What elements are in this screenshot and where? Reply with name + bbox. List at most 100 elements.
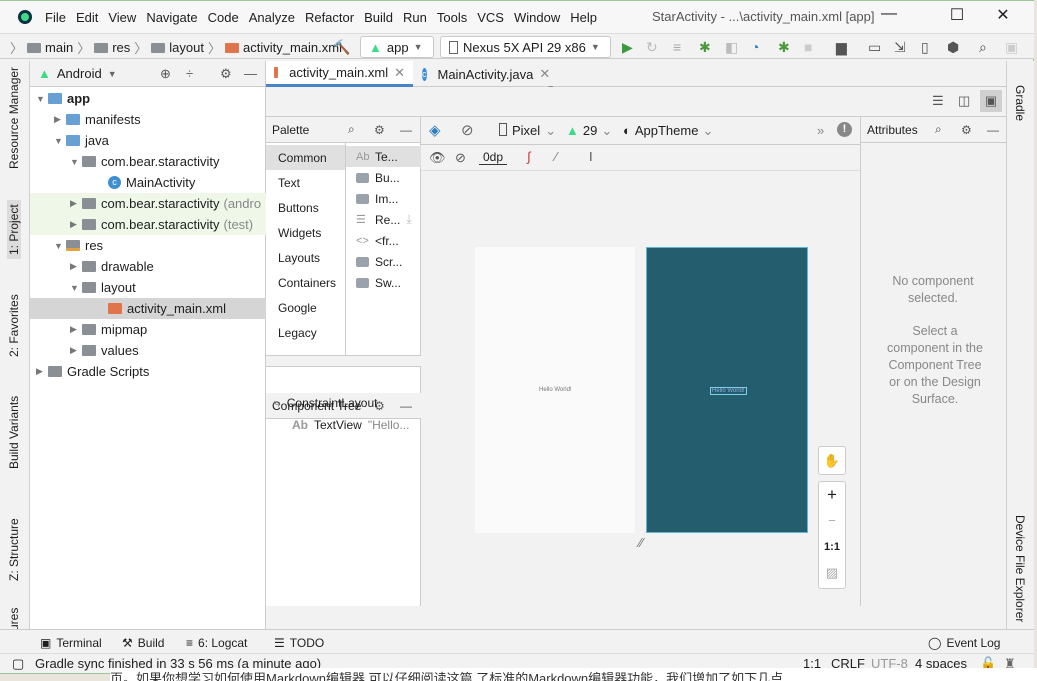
search-icon[interactable]: ⌕ xyxy=(935,122,942,137)
menu-tools[interactable]: Tools xyxy=(432,10,472,25)
gear-icon[interactable]: ⚙ xyxy=(220,66,232,82)
attach-process-icon[interactable]: ✱ xyxy=(778,39,790,56)
menu-code[interactable]: Code xyxy=(203,10,244,25)
attach-debugger-icon[interactable]: ◧ xyxy=(725,39,738,56)
device-manager-icon[interactable]: ▯ xyxy=(921,39,929,56)
menu-help[interactable]: Help xyxy=(565,10,602,25)
expanded-arrow-icon[interactable]: ▼ xyxy=(70,157,82,167)
menu-window[interactable]: Window xyxy=(509,10,565,25)
project-structure-icon[interactable]: ▆ xyxy=(836,39,847,56)
palette-category-buttons[interactable]: Buttons xyxy=(266,195,345,220)
expanded-arrow-icon[interactable]: ▼ xyxy=(54,136,66,146)
guidelines-icon[interactable]: I xyxy=(589,149,593,164)
palette-component[interactable]: ☰ Re... ⤓ xyxy=(346,209,421,230)
collapsed-arrow-icon[interactable]: ▶ xyxy=(70,345,82,356)
menu-run[interactable]: Run xyxy=(398,10,432,25)
tree-node[interactable]: ▼ java xyxy=(30,130,266,151)
more-icon[interactable]: » xyxy=(817,123,824,138)
close-icon[interactable]: ✕ xyxy=(394,65,405,81)
sdk-manager-icon[interactable]: ⬢ xyxy=(947,39,959,56)
tab-activity-main-xml[interactable]: activity_main.xml ✕ xyxy=(266,61,413,87)
tree-node[interactable]: ▼ com.bear.staractivity xyxy=(30,151,266,172)
expanded-arrow-icon[interactable]: ▼ xyxy=(70,283,82,293)
collapsed-arrow-icon[interactable]: ▶ xyxy=(36,366,48,377)
palette-component[interactable]: Ab Te... xyxy=(346,146,421,167)
tree-node[interactable]: ▶ values xyxy=(30,340,266,361)
tree-node[interactable]: c MainActivity xyxy=(30,172,266,193)
split-view-icon[interactable]: ◫ xyxy=(958,93,970,109)
event-log-button[interactable]: ◯ Event Log xyxy=(928,636,1000,650)
collapsed-arrow-icon[interactable]: ▶ xyxy=(70,198,82,209)
design-surface[interactable]: 👁 ⊘ 0dp ∫ ⁄ I Hello World! Hello World! … xyxy=(421,145,860,606)
apply-changes-icon[interactable]: ↻ xyxy=(646,39,658,56)
hide-icon[interactable]: — xyxy=(400,399,412,413)
search-icon[interactable]: ⌕ xyxy=(979,39,987,56)
close-icon[interactable]: ✕ xyxy=(539,66,550,82)
close-button[interactable]: ✕ xyxy=(980,5,1026,29)
gear-icon[interactable]: ⚙ xyxy=(961,123,972,137)
tree-node[interactable]: ▶ drawable xyxy=(30,256,266,277)
tree-node-constraintlayout[interactable]: ⤷ ConstraintLayout xyxy=(274,396,377,411)
locate-icon[interactable]: ⊕ xyxy=(160,66,171,82)
blueprint-preview[interactable]: Hello World! xyxy=(646,247,808,533)
menu-view[interactable]: View xyxy=(103,10,141,25)
design-view-icon[interactable]: ▣ xyxy=(980,90,1002,112)
hide-icon[interactable]: — xyxy=(987,123,999,137)
tree-node[interactable]: ▼ app xyxy=(30,88,266,109)
tree-node[interactable]: ▶ Gradle Scripts xyxy=(30,361,266,382)
infer-constraints-icon[interactable]: ⁄ xyxy=(555,149,557,164)
layers-icon[interactable]: ◈ xyxy=(429,121,441,139)
autoconnect-icon[interactable]: ⊘ xyxy=(455,150,466,166)
palette-category-containers[interactable]: Containers xyxy=(266,270,345,295)
gear-icon[interactable]: ⚙ xyxy=(374,123,385,137)
tree-node-textview[interactable]: Ab TextView "Hello... xyxy=(292,418,409,432)
resize-handle-icon[interactable]: ⁄⁄ xyxy=(639,535,643,550)
tool-logcat[interactable]: ≡ 6: Logcat xyxy=(186,636,247,650)
tree-node[interactable]: ▼ res xyxy=(30,235,266,256)
view-options-icon[interactable]: 👁 xyxy=(429,150,446,166)
palette-category-layouts[interactable]: Layouts xyxy=(266,245,345,270)
minimize-button[interactable]: — xyxy=(866,5,912,29)
expanded-arrow-icon[interactable]: ▼ xyxy=(36,94,48,104)
palette-category-widgets[interactable]: Widgets xyxy=(266,220,345,245)
zoom-actual-button[interactable]: 1:1 xyxy=(819,534,845,560)
orientation-icon[interactable]: ⊘ xyxy=(461,121,474,139)
palette-component[interactable]: <> <fr... xyxy=(346,230,421,251)
zoom-to-fit-icon[interactable]: ▨ xyxy=(819,560,845,586)
project-view-select[interactable]: Android xyxy=(57,66,102,81)
tree-node[interactable]: ▶ com.bear.staractivity (andro xyxy=(30,193,266,214)
search-icon[interactable]: ⌕ xyxy=(348,122,355,137)
collapse-icon[interactable]: ÷ xyxy=(186,66,193,81)
device-select[interactable]: Pixel ⌄ xyxy=(499,123,556,139)
zoom-in-button[interactable]: + xyxy=(819,482,845,508)
collapsed-arrow-icon[interactable]: ▶ xyxy=(70,261,82,272)
palette-category-legacy[interactable]: Legacy xyxy=(266,320,345,345)
menu-navigate[interactable]: Navigate xyxy=(141,10,202,25)
tool-terminal[interactable]: ▣ Terminal xyxy=(40,636,102,650)
preview-textview[interactable]: Hello World! xyxy=(539,387,572,393)
hide-icon[interactable]: — xyxy=(400,123,412,137)
menu-refactor[interactable]: Refactor xyxy=(300,10,359,25)
tab-structure[interactable]: Z: Structure xyxy=(7,518,21,581)
tool-build[interactable]: ⚒ Build xyxy=(122,636,164,650)
run-config-select[interactable]: ▲ app ▼ xyxy=(360,36,434,58)
user-avatar-icon[interactable]: ▣ xyxy=(1005,39,1018,56)
clear-constraints-icon[interactable]: ∫ xyxy=(527,149,531,164)
palette-category-common[interactable]: Common xyxy=(266,145,345,170)
breadcrumb-file[interactable]: activity_main.xml xyxy=(243,40,342,55)
profile-icon[interactable]: ◔ xyxy=(751,39,759,55)
tab-favorites[interactable]: 2: Favorites xyxy=(7,294,21,357)
tab-captures[interactable]: ures xyxy=(7,608,21,631)
breadcrumb-res[interactable]: res xyxy=(112,40,130,55)
tree-node[interactable]: ▶ manifests xyxy=(30,109,266,130)
pan-button[interactable]: ✋ xyxy=(818,446,846,475)
zoom-out-button[interactable]: − xyxy=(819,508,845,534)
palette-component[interactable]: Im... xyxy=(346,188,421,209)
default-margin-select[interactable]: 0dp xyxy=(479,150,508,165)
collapsed-arrow-icon[interactable]: ▶ xyxy=(54,114,66,125)
code-view-icon[interactable]: ☰ xyxy=(932,93,944,109)
design-preview[interactable]: Hello World! xyxy=(475,247,635,533)
menu-build[interactable]: Build xyxy=(359,10,398,25)
breadcrumb-layout[interactable]: layout xyxy=(169,40,204,55)
avd-manager-icon[interactable]: ▭ xyxy=(868,39,881,56)
